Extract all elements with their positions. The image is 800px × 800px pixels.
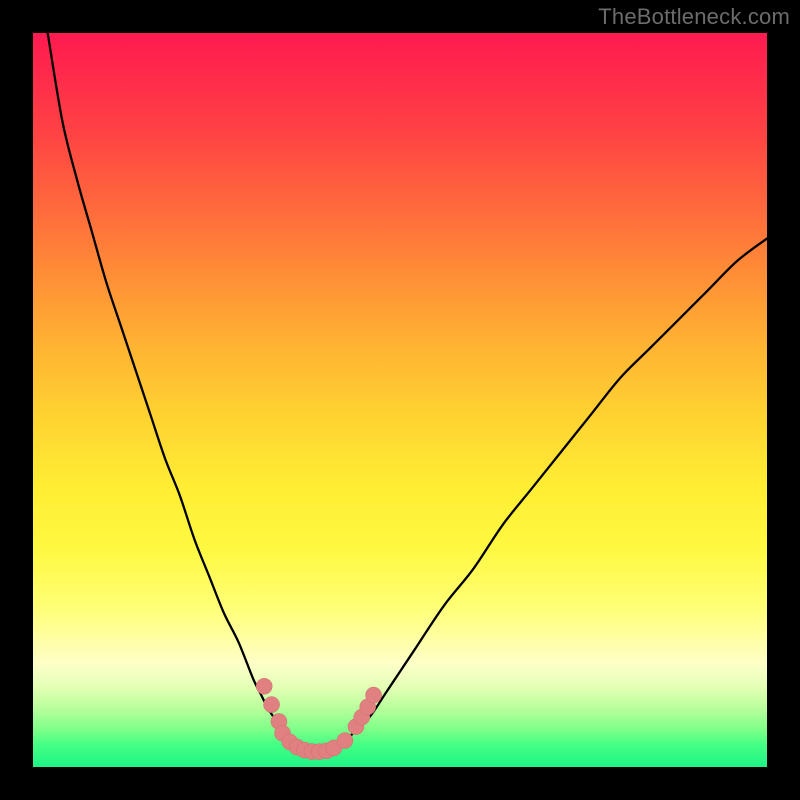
marker-dot (256, 678, 272, 694)
chart-svg (33, 33, 767, 767)
marker-dot (263, 697, 279, 713)
plot-area (33, 33, 767, 767)
chart-frame: TheBottleneck.com (0, 0, 800, 800)
bottleneck-curve (48, 33, 767, 752)
marker-dot (366, 687, 382, 703)
marker-dot (337, 733, 353, 749)
watermark-text: TheBottleneck.com (598, 4, 790, 30)
pink-markers (256, 678, 382, 759)
curve-path (48, 33, 767, 752)
